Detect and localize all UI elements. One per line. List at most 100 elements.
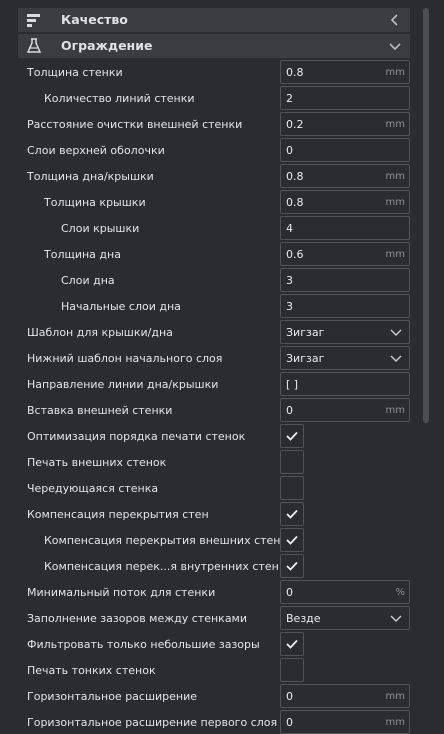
setting-label: Направление линии дна/крышки	[27, 378, 219, 391]
wall-overlap-compensation-checkbox[interactable]	[280, 502, 304, 526]
setting-label: Расстояние очистки внешней стенки	[27, 118, 243, 131]
setting-label: Минимальный поток для стенки	[27, 586, 216, 599]
fill-gaps-between-walls-select[interactable]: Везде	[280, 606, 410, 630]
minimum-wall-flow-input[interactable]: 0 %	[280, 580, 410, 604]
checkmark-icon	[286, 561, 298, 571]
setting-optimize-wall-order: Оптимизация порядка печати стенок	[18, 424, 410, 448]
setting-top-bottom-pattern: Шаблон для крышки/дна Зигзаг	[18, 320, 410, 344]
field-value: 3	[286, 274, 293, 287]
setting-label: Слои крышки	[61, 222, 140, 235]
setting-label: Слои верхней оболочки	[27, 144, 165, 157]
quality-icon	[26, 12, 42, 28]
setting-wall-line-count: Количество линий стенки 2	[18, 86, 410, 110]
outer-wall-wipe-distance-input[interactable]: 0.2 mm	[280, 112, 410, 136]
setting-label: Толщина стенки	[27, 66, 123, 79]
setting-label: Слои дна	[61, 274, 115, 287]
field-unit: %	[395, 587, 405, 598]
outer-wall-inset-input[interactable]: 0 mm	[280, 398, 410, 422]
horizontal-expansion-input[interactable]: 0 mm	[280, 684, 410, 708]
setting-label: Нижний шаблон начального слоя	[27, 352, 223, 365]
setting-top-bottom-thickness: Толщина дна/крышки 0.8 mm	[18, 164, 410, 188]
category-quality[interactable]: Качество	[18, 8, 410, 32]
field-value: 0	[286, 690, 293, 703]
category-label: Качество	[61, 12, 128, 27]
setting-wall-thickness: Толщина стенки 0.8 mm	[18, 60, 410, 84]
setting-initial-layer-bottom-pattern: Нижний шаблон начального слоя Зигзаг	[18, 346, 410, 370]
field-value: 0.8	[286, 170, 304, 183]
field-value: 0	[286, 586, 293, 599]
initial-layer-bottom-pattern-select[interactable]: Зигзаг	[280, 346, 410, 370]
setting-outer-wall-overlap-compensation: Компенсация перекрытия внешних стен	[18, 528, 410, 552]
bottom-thickness-input[interactable]: 0.6 mm	[280, 242, 410, 266]
field-value: Зигзаг	[286, 352, 325, 365]
top-bottom-pattern-select[interactable]: Зигзаг	[280, 320, 410, 344]
field-value: 4	[286, 222, 293, 235]
field-value: 3	[286, 300, 293, 313]
field-value: 0.8	[286, 196, 304, 209]
field-value: 0.6	[286, 248, 304, 261]
setting-label: Заполнение зазоров между стенками	[27, 612, 248, 625]
shell-icon	[26, 38, 42, 54]
outer-wall-overlap-compensation-checkbox[interactable]	[280, 528, 304, 552]
setting-label: Горизонтальное расширение первого слоя	[27, 716, 278, 729]
field-unit: mm	[385, 405, 405, 416]
setting-label: Толщина дна	[44, 248, 121, 261]
initial-layer-horizontal-expansion-input[interactable]: 0 mm	[280, 710, 410, 734]
field-value: 2	[286, 92, 293, 105]
scrollbar-thumb[interactable]	[423, 8, 429, 423]
wall-line-count-input[interactable]: 2	[280, 86, 410, 110]
initial-bottom-layers-input[interactable]: 3	[280, 294, 410, 318]
chevron-down-icon	[390, 352, 402, 364]
setting-label: Фильтровать только небольшие зазоры	[27, 638, 260, 651]
field-unit: mm	[385, 691, 405, 702]
field-value: 0.8	[286, 66, 304, 79]
setting-label: Печать тонких стенок	[27, 664, 156, 677]
setting-label: Вставка внешней стенки	[27, 404, 173, 417]
top-bottom-thickness-input[interactable]: 0.8 mm	[280, 164, 410, 188]
top-thickness-input[interactable]: 0.8 mm	[280, 190, 410, 214]
field-value: Зигзаг	[286, 326, 325, 339]
chevron-down-icon	[390, 612, 402, 624]
filter-small-gaps-checkbox[interactable]	[280, 632, 304, 656]
bottom-layers-input[interactable]: 3	[280, 268, 410, 292]
field-unit: mm	[385, 717, 405, 728]
setting-alternate-wall: Чередующаяся стенка	[18, 476, 410, 500]
inner-wall-overlap-compensation-checkbox[interactable]	[280, 554, 304, 578]
chevron-down-icon[interactable]	[388, 38, 402, 54]
setting-label: Оптимизация порядка печати стенок	[27, 430, 246, 443]
setting-label: Толщина крышки	[44, 196, 146, 209]
field-unit: mm	[385, 119, 405, 130]
top-surface-layers-input[interactable]: 0	[280, 138, 410, 162]
setting-minimum-wall-flow: Минимальный поток для стенки 0 %	[18, 580, 410, 604]
setting-label: Шаблон для крышки/дна	[27, 326, 173, 339]
top-layers-input[interactable]: 4	[280, 216, 410, 240]
chevron-left-icon[interactable]	[388, 12, 402, 28]
chevron-down-icon	[390, 326, 402, 338]
setting-wall-overlap-compensation: Компенсация перекрытия стен	[18, 502, 410, 526]
setting-bottom-thickness: Толщина дна 0.6 mm	[18, 242, 410, 266]
field-unit: mm	[385, 171, 405, 182]
category-shell[interactable]: Ограждение	[18, 34, 410, 58]
setting-top-bottom-line-directions: Направление линии дна/крышки [ ]	[18, 372, 410, 396]
alternate-wall-checkbox[interactable]	[280, 476, 304, 500]
setting-fill-gaps-between-walls: Заполнение зазоров между стенками Везде	[18, 606, 410, 630]
field-value: 0.2	[286, 118, 304, 131]
setting-label: Толщина дна/крышки	[27, 170, 154, 183]
setting-label: Начальные слои дна	[61, 300, 181, 313]
checkmark-icon	[286, 431, 298, 441]
setting-initial-bottom-layers: Начальные слои дна 3	[18, 294, 410, 318]
field-value: 0	[286, 716, 293, 729]
setting-inner-wall-overlap-compensation: Компенсация перек...я внутренних стен	[18, 554, 410, 578]
print-outer-walls-checkbox[interactable]	[280, 450, 304, 474]
optimize-wall-order-checkbox[interactable]	[280, 424, 304, 448]
checkmark-icon	[286, 639, 298, 649]
top-bottom-line-directions-input[interactable]: [ ]	[280, 372, 410, 396]
field-unit: mm	[385, 67, 405, 78]
field-unit: mm	[385, 249, 405, 260]
setting-label: Горизонтальное расширение	[27, 690, 198, 703]
setting-initial-layer-horizontal-expansion: Горизонтальное расширение первого слоя 0…	[18, 710, 410, 734]
wall-thickness-input[interactable]: 0.8 mm	[280, 60, 410, 84]
print-thin-walls-checkbox[interactable]	[280, 658, 304, 682]
checkmark-icon	[286, 509, 298, 519]
setting-print-outer-walls: Печать внешних стенок	[18, 450, 410, 474]
